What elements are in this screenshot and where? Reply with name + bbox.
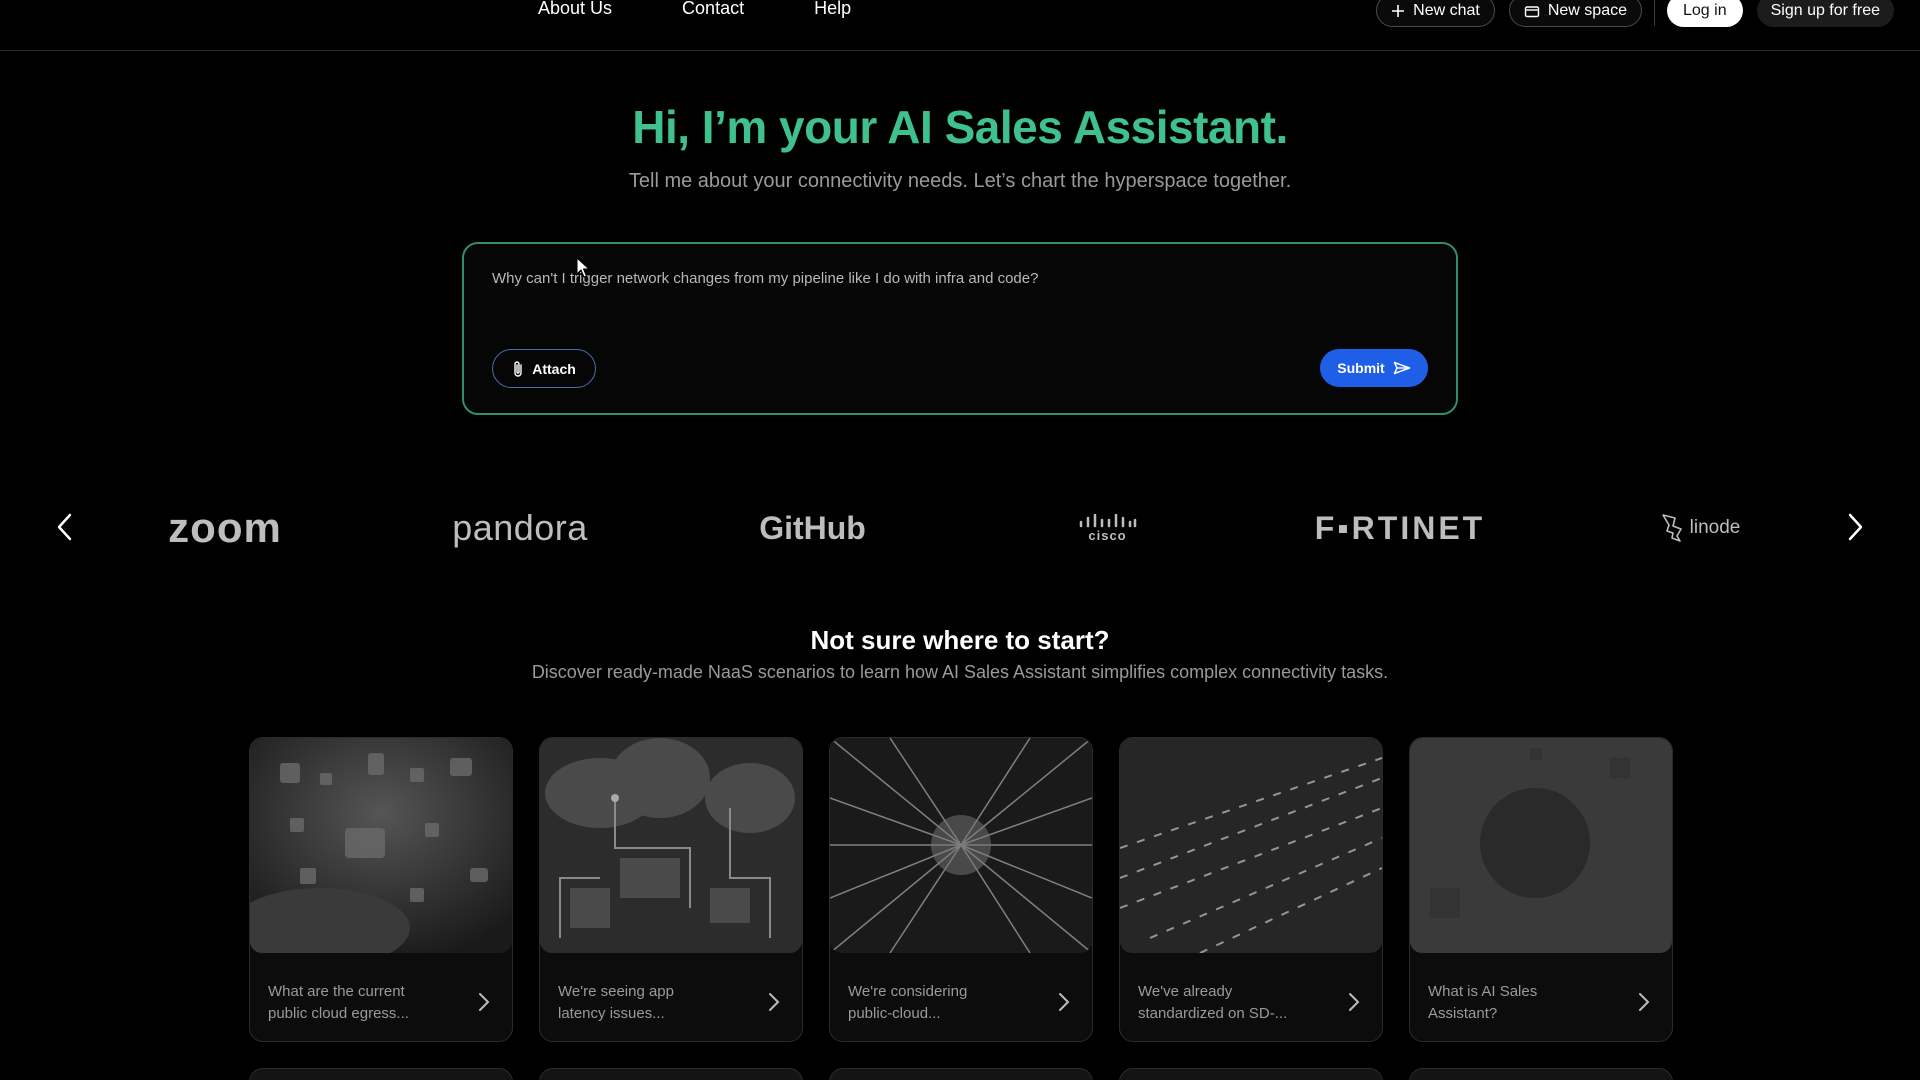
card-line-2: latency issues...	[558, 1005, 665, 1022]
hero-subtitle: Tell me about your connectivity needs. L…	[628, 170, 1292, 192]
attach-label: Attach	[532, 360, 576, 377]
card-line-2: standardized on SD-...	[1138, 1005, 1288, 1022]
submit-button[interactable]: Submit	[1320, 349, 1428, 387]
logo-carousel: zoom pandora GitHub cisco F▪RTINET linod…	[0, 504, 1920, 551]
hero-title: Hi, I’m your AI Sales Assistant.	[632, 101, 1288, 153]
nav-link-about[interactable]: About Us	[538, 0, 612, 19]
card-line-1: What are the current	[268, 983, 405, 1000]
section-title: Not sure where to start?	[810, 625, 1110, 655]
nav-link-help[interactable]: Help	[814, 0, 851, 19]
plus-icon	[1392, 4, 1405, 17]
cisco-logo-text: cisco	[1088, 527, 1127, 543]
github-logo: GitHub	[759, 509, 866, 546]
card-text: We're seeing app latency issues...	[558, 981, 738, 1025]
chevron-right-icon	[1059, 993, 1070, 1011]
prompt-input[interactable]: Why can't I trigger network changes from…	[492, 270, 1392, 287]
nav-links: About Us Contact Help	[538, 0, 851, 19]
card-text: What are the current public cloud egress…	[268, 981, 448, 1025]
card-line-1: We've already	[1138, 983, 1233, 1000]
scenario-card-partial[interactable]	[249, 1068, 513, 1080]
scenario-card[interactable]: We've already standardized on SD-...	[1119, 737, 1383, 1042]
new-space-button[interactable]: New space	[1508, 0, 1642, 27]
nav-actions: New chat New space Log in Sign up for fr…	[1376, 0, 1894, 27]
scenario-card-partial[interactable]	[829, 1068, 1093, 1080]
login-button[interactable]: Log in	[1667, 0, 1743, 27]
scenario-card[interactable]: What are the current public cloud egress…	[249, 737, 513, 1042]
nav-link-contact[interactable]: Contact	[682, 0, 744, 19]
attach-button[interactable]: Attach	[492, 349, 596, 388]
section-subtitle: Discover ready-made NaaS scenarios to le…	[531, 662, 1389, 682]
chevron-right-icon	[769, 993, 780, 1011]
chevron-right-icon	[1639, 993, 1650, 1011]
linode-mark-icon	[1661, 514, 1682, 542]
card-image	[1410, 738, 1672, 953]
zoom-logo: zoom	[168, 504, 282, 551]
card-text: What is AI Sales Assistant?	[1428, 981, 1608, 1025]
card-line-2: public-cloud...	[848, 1005, 941, 1022]
scenario-card[interactable]: We're seeing app latency issues...	[539, 737, 803, 1042]
new-chat-label: New chat	[1413, 1, 1480, 19]
paperclip-icon	[514, 360, 522, 377]
card-image	[250, 738, 512, 953]
card-text: We're considering public-cloud...	[848, 981, 1028, 1025]
signup-button[interactable]: Sign up for free	[1756, 0, 1894, 27]
scenario-card[interactable]: We're considering public-cloud...	[829, 737, 1093, 1042]
card-image	[540, 738, 802, 953]
card-line-2: Assistant?	[1428, 1005, 1498, 1022]
card-line-1: We're seeing app	[558, 983, 674, 1000]
folder-icon	[1524, 5, 1540, 17]
mouse-cursor-icon	[576, 257, 590, 278]
new-space-label: New space	[1547, 1, 1627, 19]
scenario-card-partial[interactable]	[1119, 1068, 1383, 1080]
chevron-right-icon	[479, 993, 490, 1011]
prompt-box[interactable]: Why can't I trigger network changes from…	[462, 242, 1458, 415]
card-line-1: We're considering	[848, 983, 968, 1000]
new-chat-button[interactable]: New chat	[1376, 0, 1495, 27]
pandora-logo: pandora	[452, 507, 588, 548]
cisco-bars-icon	[1079, 513, 1136, 527]
linode-logo-text: linode	[1689, 517, 1741, 538]
scenario-card-partial[interactable]	[1409, 1068, 1673, 1080]
card-text: We've already standardized on SD-...	[1138, 981, 1318, 1025]
scenario-card-partial[interactable]	[539, 1068, 803, 1080]
linode-logo: linode	[1650, 508, 1750, 548]
nav-divider	[1654, 0, 1655, 26]
card-image	[830, 738, 1092, 953]
card-image	[1120, 738, 1382, 953]
top-nav: About Us Contact Help New chat New space…	[0, 0, 1920, 51]
send-icon	[1393, 361, 1410, 375]
scenario-card[interactable]: What is AI Sales Assistant?	[1409, 737, 1673, 1042]
fortinet-logo: F▪RTINET	[1314, 509, 1486, 546]
cisco-logo: cisco	[1070, 508, 1145, 548]
submit-label: Submit	[1337, 360, 1385, 376]
card-line-2: public cloud egress...	[268, 1005, 409, 1022]
chevron-right-icon	[1349, 993, 1360, 1011]
card-line-1: What is AI Sales	[1428, 983, 1538, 1000]
carousel-next-icon[interactable]	[1846, 512, 1864, 542]
